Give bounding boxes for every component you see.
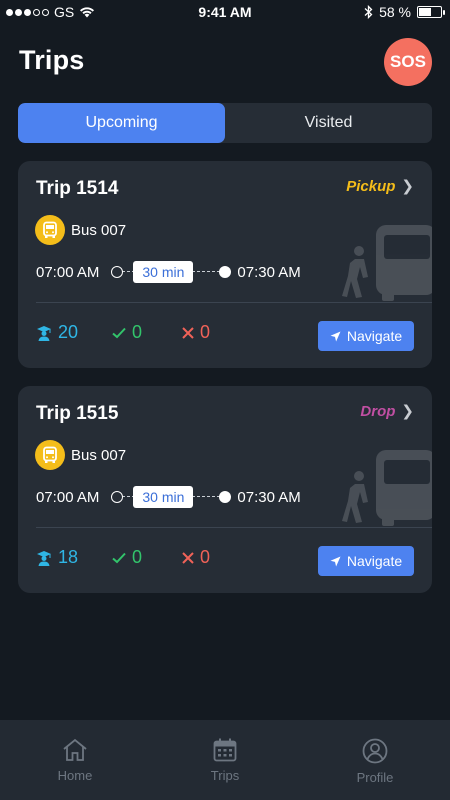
trip-type-text: Drop <box>360 402 396 420</box>
absent-count: 0 <box>200 322 211 342</box>
student-icon <box>37 550 51 566</box>
trip-card[interactable]: Trip 1515 Drop ❯ Bus 007 07:00 AM 30 min… <box>18 386 432 593</box>
start-time: 07:00 AM <box>36 263 100 281</box>
nav-profile[interactable]: Profile <box>300 720 450 800</box>
trip-card[interactable]: Trip 1514 Pickup ❯ Bus 007 07:00 AM 30 m… <box>18 161 432 368</box>
nav-trips-label: Trips <box>210 768 240 783</box>
bluetooth-icon <box>364 5 373 19</box>
bus-icon <box>35 215 65 245</box>
profile-icon <box>362 738 388 764</box>
navigate-label: Navigate <box>346 328 403 344</box>
navigate-button[interactable]: Navigate <box>318 546 414 576</box>
status-right: 58 % <box>364 4 445 20</box>
start-point-icon <box>111 266 124 278</box>
student-icon <box>37 325 51 341</box>
nav-trips[interactable]: Trips <box>150 720 300 800</box>
check-icon <box>112 552 126 563</box>
duration-badge: 30 min <box>133 261 194 283</box>
bus-name: Bus 007 <box>71 221 127 239</box>
chevron-right-icon[interactable]: ❯ <box>401 402 414 420</box>
navigate-label: Navigate <box>346 553 403 569</box>
bus-icon <box>35 440 65 470</box>
trip-tabs: Upcoming Visited <box>18 103 432 143</box>
nav-home-label: Home <box>57 768 93 783</box>
absent-stat: 0 <box>182 322 210 343</box>
absent-count: 0 <box>200 547 211 567</box>
students-count: 18 <box>58 547 79 567</box>
page-title: Trips <box>19 45 85 75</box>
trip-title: Trip 1514 <box>36 178 119 199</box>
chevron-right-icon[interactable]: ❯ <box>401 177 414 195</box>
absent-stat: 0 <box>182 547 210 568</box>
bus-info: Bus 007 <box>35 215 126 245</box>
duration-badge: 30 min <box>133 486 194 508</box>
trip-title: Trip 1515 <box>36 403 119 424</box>
present-stat: 0 <box>112 547 182 568</box>
card-divider <box>36 527 432 528</box>
students-count: 20 <box>58 322 79 342</box>
present-count: 0 <box>132 322 143 342</box>
check-icon <box>112 327 126 338</box>
nav-home[interactable]: Home <box>0 720 150 800</box>
status-bar: GS 9:41 AM 58 % <box>0 0 450 24</box>
end-point-icon <box>219 491 232 503</box>
students-stat: 20 <box>36 322 112 343</box>
navigate-button[interactable]: Navigate <box>318 321 414 351</box>
bus-stop-illustration-icon <box>342 450 432 526</box>
tab-upcoming[interactable]: Upcoming <box>18 103 225 143</box>
battery-icon <box>417 6 445 18</box>
close-icon <box>182 551 194 564</box>
close-icon <box>182 326 194 339</box>
trip-stats: 20 0 0 <box>36 322 210 343</box>
present-count: 0 <box>132 547 143 567</box>
trip-stats: 18 0 0 <box>36 547 210 568</box>
timeline-bar: 30 min <box>111 486 232 508</box>
trip-type-label: Pickup ❯ <box>346 177 414 196</box>
trip-timeline: 07:00 AM 30 min 07:30 AM <box>36 486 316 508</box>
bus-stop-illustration-icon <box>342 225 432 301</box>
nav-profile-label: Profile <box>356 770 394 785</box>
start-point-icon <box>111 491 124 503</box>
end-point-icon <box>219 266 232 278</box>
end-time: 07:30 AM <box>237 488 301 506</box>
timeline-bar: 30 min <box>111 261 232 283</box>
start-time: 07:00 AM <box>36 488 100 506</box>
battery-percent: 58 % <box>379 4 411 20</box>
bus-name: Bus 007 <box>71 446 127 464</box>
trip-type-label: Drop ❯ <box>360 402 414 421</box>
calendar-icon <box>213 738 237 762</box>
navigation-arrow-icon <box>330 331 341 341</box>
bottom-nav: Home Trips Profile <box>0 720 450 800</box>
bus-info: Bus 007 <box>35 440 126 470</box>
trip-timeline: 07:00 AM 30 min 07:30 AM <box>36 261 316 283</box>
trip-type-text: Pickup <box>346 177 396 195</box>
students-stat: 18 <box>36 547 112 568</box>
end-time: 07:30 AM <box>237 263 301 281</box>
tab-visited[interactable]: Visited <box>225 103 432 143</box>
navigation-arrow-icon <box>330 556 341 566</box>
home-icon <box>63 738 87 761</box>
sos-button[interactable]: SOS <box>384 38 432 86</box>
card-divider <box>36 302 432 303</box>
present-stat: 0 <box>112 322 182 343</box>
